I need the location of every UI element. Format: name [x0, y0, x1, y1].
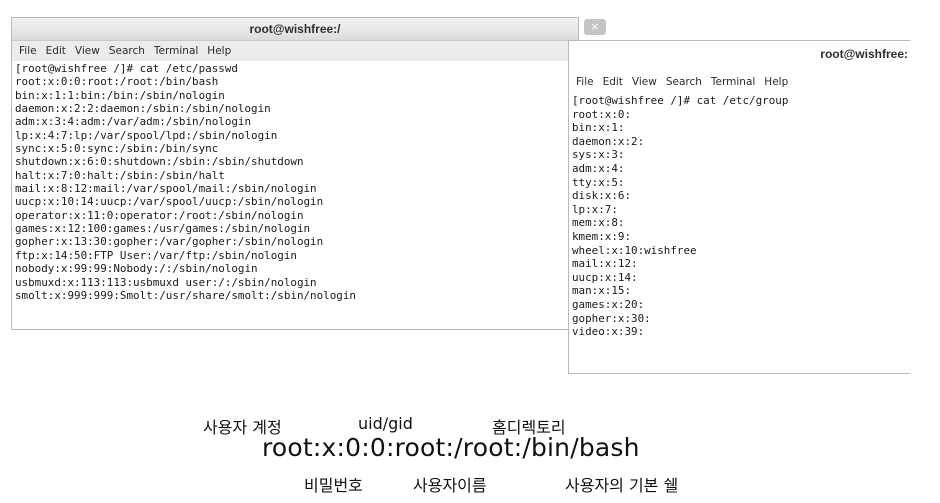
terminal-output-line: video:x:39: — [572, 325, 645, 339]
terminal-output-line: gopher:x:13:30:gopher:/var/gopher:/sbin/… — [15, 235, 324, 249]
window-title: root@wishfree: — [820, 47, 908, 61]
terminal-output[interactable]: [root@wishfree /]# cat /etc/group root:x:… — [569, 93, 910, 340]
terminal-output-line: root:x:0: — [572, 107, 632, 121]
menu-view[interactable]: View — [629, 76, 663, 88]
menu-search[interactable]: Search — [106, 45, 151, 57]
label-uid-gid: uid/gid — [358, 414, 413, 433]
terminal-output-line: smolt:x:999:999:Smolt:/usr/share/smolt:/… — [15, 288, 356, 302]
menu-terminal[interactable]: Terminal — [151, 45, 204, 57]
terminal-output-line: mem:x:8: — [572, 216, 625, 230]
terminal-output-line: man:x:15: — [572, 284, 632, 298]
terminal-output-line: adm:x:3:4:adm:/var/adm:/sbin/nologin — [15, 115, 252, 129]
passwd-example-line: root:x:0:0:root:/root:/bin/bash — [262, 433, 640, 462]
terminal-output-line: usbmuxd:x:113:113:usbmuxd user:/:/sbin/n… — [15, 275, 317, 289]
terminal-command-line: [root@wishfree /]# cat /etc/group — [572, 94, 789, 107]
terminal-output-line: disk:x:6: — [572, 189, 632, 203]
terminal-output-line: mail:x:12: — [572, 257, 638, 271]
menu-bar: File Edit View Search Terminal Help — [569, 65, 910, 93]
menu-help[interactable]: Help — [761, 76, 794, 88]
menu-file[interactable]: File — [16, 45, 43, 57]
window-title: root@wishfree:/ — [249, 22, 341, 36]
terminal-output-line: uucp:x:10:14:uucp:/var/spool/uucp:/sbin/… — [15, 195, 324, 209]
terminal-window-passwd[interactable]: root@wishfree:/ File Edit View Search Te… — [11, 17, 579, 330]
menu-help[interactable]: Help — [204, 45, 237, 57]
terminal-output-line: lp:x:7: — [572, 202, 618, 216]
terminal-output[interactable]: [root@wishfree /]# cat /etc/passwd root:x… — [12, 61, 578, 304]
terminal-output-line: adm:x:4: — [572, 161, 625, 175]
window-titlebar[interactable]: root@wishfree:/ — [12, 18, 578, 41]
terminal-window-group[interactable]: root@wishfree: File Edit View Search Ter… — [568, 40, 910, 374]
terminal-output-line: daemon:x:2:2:daemon:/sbin:/sbin/nologin — [15, 102, 271, 116]
terminal-output-line: tty:x:5: — [572, 175, 625, 189]
label-password: 비밀번호 — [304, 476, 363, 495]
menu-bar: File Edit View Search Terminal Help — [12, 41, 578, 61]
close-icon[interactable]: × — [584, 19, 606, 35]
terminal-output-line: bin:x:1: — [572, 121, 625, 135]
terminal-output-line: games:x:12:100:games:/usr/games:/sbin/no… — [15, 222, 311, 236]
terminal-output-line: operator:x:11:0:operator:/root:/sbin/nol… — [15, 208, 304, 222]
terminal-output-line: gopher:x:30: — [572, 311, 651, 325]
terminal-command-line: [root@wishfree /]# cat /etc/passwd — [15, 62, 238, 75]
terminal-output-line: kmem:x:9: — [572, 229, 632, 243]
menu-edit[interactable]: Edit — [600, 76, 629, 88]
terminal-output-line: games:x:20: — [572, 297, 645, 311]
menu-view[interactable]: View — [72, 45, 106, 57]
terminal-output-line: sync:x:5:0:sync:/sbin:/bin/sync — [15, 142, 219, 156]
terminal-output-line: lp:x:4:7:lp:/var/spool/lpd:/sbin/nologin — [15, 128, 278, 142]
terminal-output-line: ftp:x:14:50:FTP User:/var/ftp:/sbin/nolo… — [15, 248, 297, 262]
label-user-name: 사용자이름 — [413, 476, 487, 495]
window-titlebar[interactable]: root@wishfree: — [569, 41, 910, 65]
menu-search[interactable]: Search — [663, 76, 708, 88]
label-default-shell: 사용자의 기본 쉘 — [565, 476, 679, 495]
terminal-output-line: mail:x:8:12:mail:/var/spool/mail:/sbin/n… — [15, 182, 317, 196]
menu-terminal[interactable]: Terminal — [708, 76, 761, 88]
terminal-output-line: halt:x:7:0:halt:/sbin:/sbin/halt — [15, 168, 225, 182]
terminal-output-line: wheel:x:10:wishfree — [572, 243, 697, 257]
terminal-output-line: uucp:x:14: — [572, 270, 638, 284]
menu-edit[interactable]: Edit — [43, 45, 72, 57]
terminal-output-line: daemon:x:2: — [572, 134, 645, 148]
terminal-output-line: root:x:0:0:root:/root:/bin/bash — [15, 75, 219, 89]
terminal-output-line: bin:x:1:1:bin:/bin:/sbin/nologin — [15, 88, 225, 102]
menu-file[interactable]: File — [573, 76, 600, 88]
terminal-output-line: shutdown:x:6:0:shutdown:/sbin:/sbin/shut… — [15, 155, 304, 169]
terminal-output-line: sys:x:3: — [572, 148, 625, 162]
terminal-output-line: nobody:x:99:99:Nobody:/:/sbin/nologin — [15, 262, 258, 276]
